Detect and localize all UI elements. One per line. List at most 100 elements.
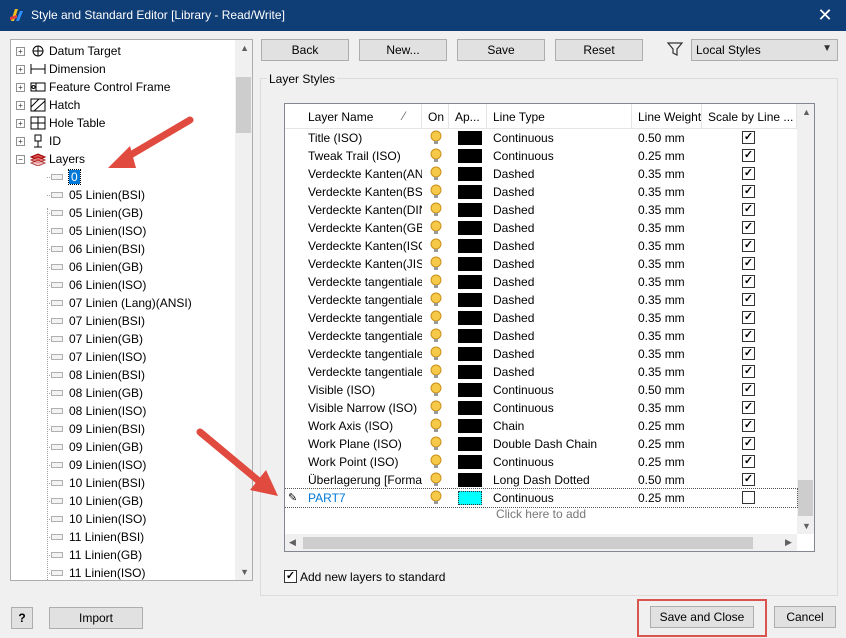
lightbulb-icon[interactable] [429, 454, 443, 470]
color-swatch[interactable] [458, 419, 482, 433]
tree-item-datum-target[interactable]: + Datum Target [16, 42, 121, 60]
line-weight-cell[interactable]: 0.35 mm [632, 183, 702, 201]
scale-by-line-weight-checkbox[interactable]: ✓ [742, 365, 755, 378]
layer-name-cell[interactable]: Verdeckte Kanten(ANSI) [302, 165, 422, 183]
layer-name-cell[interactable]: Verdeckte Kanten(ISO) [302, 237, 422, 255]
color-swatch[interactable] [458, 383, 482, 397]
lightbulb-icon[interactable] [429, 400, 443, 416]
layer-name-cell[interactable]: Visible Narrow (ISO) [302, 399, 422, 417]
tree-layer-item[interactable]: 08 Linien(GB) [51, 384, 143, 402]
tree-item-id[interactable]: + ID [16, 132, 61, 150]
table-row[interactable]: Verdeckte tangentiale K Dashed0.35 mm ✓ [285, 327, 797, 345]
line-weight-cell[interactable]: 0.25 mm [632, 435, 702, 453]
column-header[interactable]: Line Weight [632, 104, 702, 129]
tree-layer-item[interactable]: 07 Linien (Lang)(ANSI) [51, 294, 192, 312]
scale-by-line-weight-checkbox[interactable]: ✓ [742, 437, 755, 450]
scale-by-line-weight-checkbox[interactable]: ✓ [742, 167, 755, 180]
table-row[interactable]: Tweak Trail (ISO) Continuous 0.25 mm ✓ [285, 147, 797, 165]
layer-name-cell[interactable]: Verdeckte tangentiale K [302, 273, 422, 291]
line-type-cell[interactable]: Dashed [487, 201, 632, 219]
close-icon[interactable]: ✕ [814, 4, 836, 26]
layer-name-cell[interactable]: Verdeckte Kanten(BSI) [302, 183, 422, 201]
tree-layer-item[interactable]: 07 Linien(BSI) [51, 312, 145, 330]
table-horizontal-thumb[interactable] [303, 537, 753, 549]
scale-by-line-weight-checkbox[interactable]: ✓ [742, 257, 755, 270]
scroll-down-icon[interactable]: ▼ [802, 521, 811, 531]
scale-by-line-weight-checkbox[interactable]: ✓ [742, 293, 755, 306]
lightbulb-icon[interactable] [429, 274, 443, 290]
color-swatch[interactable] [458, 437, 482, 451]
tree-item-layers[interactable]: − Layers [16, 150, 85, 168]
lightbulb-icon[interactable] [429, 166, 443, 182]
tree-layer-item[interactable]: 05 Linien(BSI) [51, 186, 145, 204]
line-type-cell[interactable]: Continuous [487, 147, 632, 165]
layer-name-cell[interactable]: Tweak Trail (ISO) [302, 147, 422, 165]
layer-name-cell[interactable]: Verdeckte tangentiale K [302, 309, 422, 327]
color-swatch[interactable] [458, 491, 482, 505]
scale-by-line-weight-checkbox[interactable]: ✓ [742, 149, 755, 162]
layer-name-cell[interactable]: Überlagerung [Formatvo [302, 471, 422, 489]
line-type-cell[interactable]: Double Dash Chain [487, 435, 632, 453]
click-to-add-row[interactable]: Click here to add [285, 507, 797, 521]
tree-layer-item[interactable]: 0 [51, 168, 81, 186]
add-to-standard-checkbox[interactable]: ✓ [284, 570, 297, 583]
lightbulb-icon[interactable] [429, 130, 443, 146]
column-header[interactable]: Scale by Line ... [702, 104, 797, 129]
color-swatch[interactable] [458, 401, 482, 415]
line-type-cell[interactable]: Continuous [487, 453, 632, 471]
tree-scroll-thumb[interactable] [236, 77, 251, 133]
layer-name-cell[interactable]: Title (ISO) [302, 129, 422, 147]
expand-icon[interactable]: + [16, 64, 25, 74]
table-row[interactable]: Verdeckte tangentiale K Dashed0.35 mm ✓ [285, 273, 797, 291]
color-swatch[interactable] [458, 185, 482, 199]
layer-name-cell[interactable]: Work Plane (ISO) [302, 435, 422, 453]
table-row[interactable]: Verdeckte Kanten(ANSI) Dashed0.35 mm ✓ [285, 165, 797, 183]
tree-layer-item[interactable]: 07 Linien(ISO) [51, 348, 146, 366]
line-weight-cell[interactable]: 0.35 mm [632, 201, 702, 219]
tree-layer-item[interactable]: 08 Linien(ISO) [51, 402, 146, 420]
color-swatch[interactable] [458, 473, 482, 487]
tree-layer-item[interactable]: 07 Linien(GB) [51, 330, 143, 348]
table-row[interactable]: Work Plane (ISO) Double Dash Chain 0.25 mm… [285, 435, 797, 453]
help-button[interactable]: ? [11, 607, 33, 629]
color-swatch[interactable] [458, 293, 482, 307]
lightbulb-icon[interactable] [429, 418, 443, 434]
line-type-cell[interactable]: Dashed [487, 273, 632, 291]
table-vertical-scrollbar[interactable] [797, 104, 814, 534]
layer-name-cell[interactable]: Verdeckte tangentiale K [302, 327, 422, 345]
expand-icon[interactable]: + [16, 100, 25, 110]
table-row[interactable]: Verdeckte Kanten(DIN) Dashed 0.35 mm ✓ [285, 201, 797, 219]
line-weight-cell[interactable]: 0.25 mm [632, 489, 702, 507]
color-swatch[interactable] [458, 257, 482, 271]
color-swatch[interactable] [458, 347, 482, 361]
tree-layer-item[interactable]: 06 Linien(BSI) [51, 240, 145, 258]
column-header[interactable]: Ap... [449, 104, 487, 129]
table-vertical-thumb[interactable] [798, 480, 813, 516]
line-type-cell[interactable]: Dashed [487, 237, 632, 255]
tree-layer-item[interactable]: 09 Linien(ISO) [51, 456, 146, 474]
scale-by-line-weight-checkbox[interactable]: ✓ [742, 419, 755, 432]
lightbulb-icon[interactable] [429, 292, 443, 308]
line-weight-cell[interactable]: 0.35 mm [632, 165, 702, 183]
lightbulb-icon[interactable] [429, 220, 443, 236]
line-weight-cell[interactable]: 0.25 mm [632, 147, 702, 165]
tree-layer-item[interactable]: 10 Linien(ISO) [51, 510, 146, 528]
color-swatch[interactable] [458, 275, 482, 289]
line-weight-cell[interactable]: 0.50 mm [632, 129, 702, 147]
scale-by-line-weight-checkbox[interactable]: ✓ [742, 455, 755, 468]
lightbulb-icon[interactable] [429, 436, 443, 452]
scale-by-line-weight-checkbox[interactable]: ✓ [742, 203, 755, 216]
scroll-up-icon[interactable]: ▲ [802, 107, 811, 117]
tree-item-hatch[interactable]: + Hatch [16, 96, 80, 114]
tree-layer-item[interactable]: 10 Linien(GB) [51, 492, 143, 510]
line-type-cell[interactable]: Dashed [487, 309, 632, 327]
scale-by-line-weight-checkbox[interactable]: ✓ [742, 329, 755, 342]
table-row[interactable]: Verdeckte tangentiale K Dashed0.35 mm ✓ [285, 309, 797, 327]
scroll-down-icon[interactable]: ▼ [240, 567, 249, 577]
back-button[interactable]: Back [261, 39, 349, 61]
line-weight-cell[interactable]: 0.35 mm [632, 309, 702, 327]
new-button[interactable]: New... [359, 39, 447, 61]
lightbulb-icon[interactable] [429, 490, 443, 506]
scale-by-line-weight-checkbox[interactable] [742, 491, 755, 504]
style-tree[interactable]: ▲ ▼ + Datum Target + Dimension + Feature Cont… [10, 39, 253, 581]
